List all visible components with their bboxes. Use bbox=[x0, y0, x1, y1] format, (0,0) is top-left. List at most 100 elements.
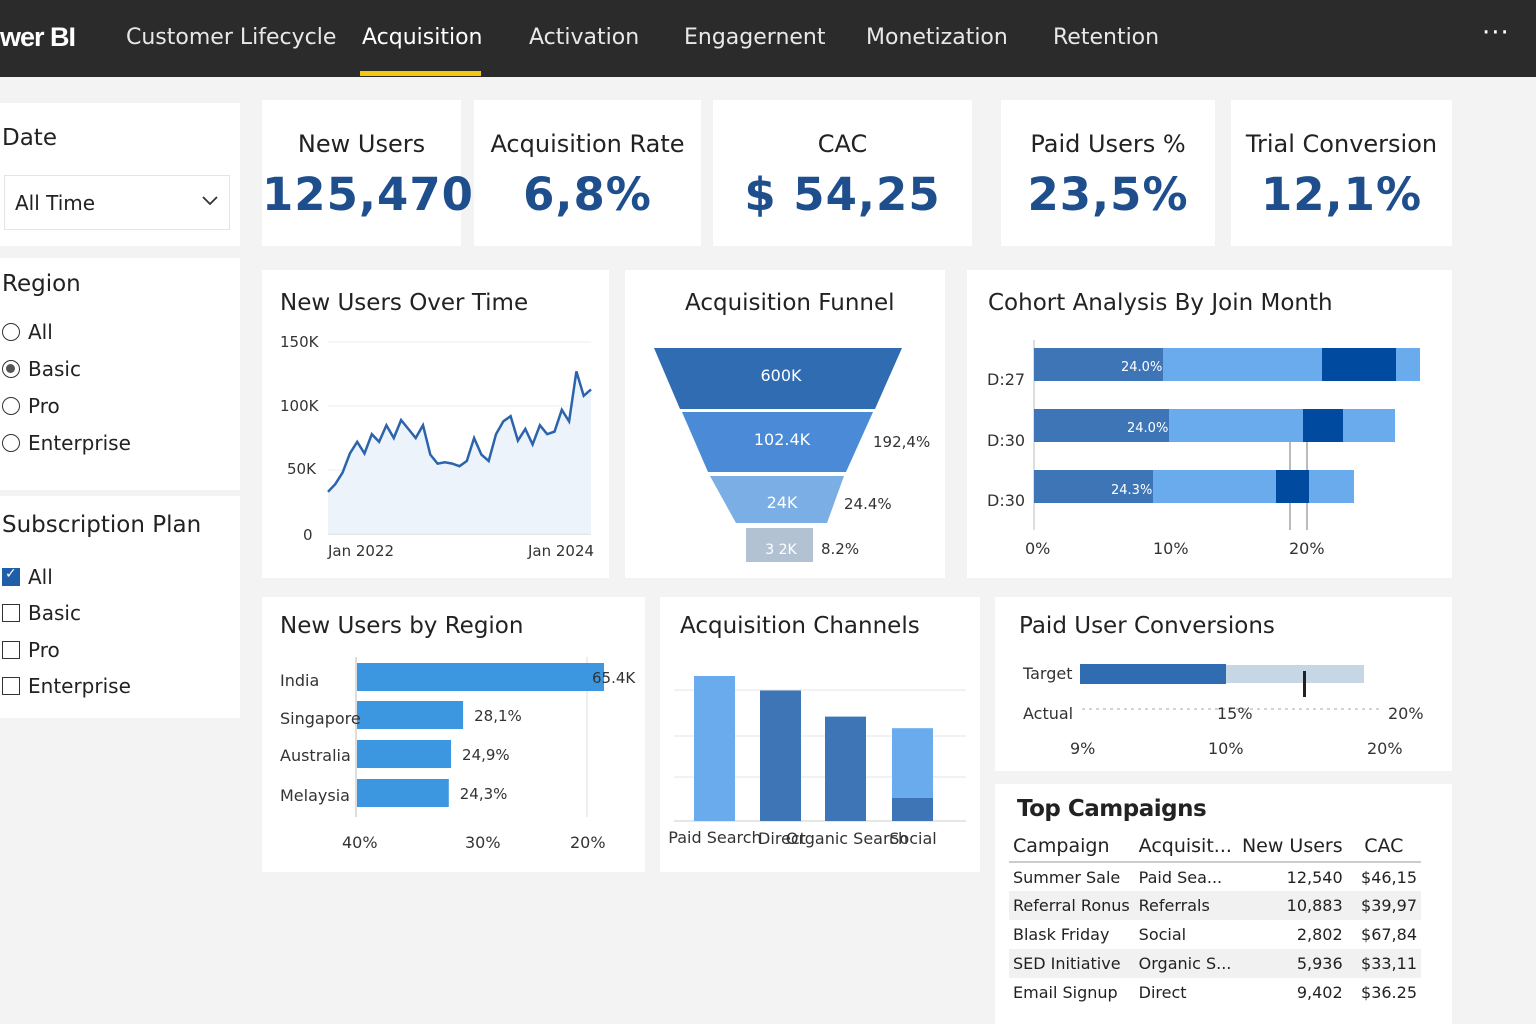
table-cell: 2,802 bbox=[1296, 925, 1343, 944]
region-option-label: Basic bbox=[28, 357, 81, 381]
column-header[interactable]: Campaign bbox=[1009, 830, 1135, 863]
region-option-basic[interactable]: Basic bbox=[2, 357, 81, 383]
channel-bar bbox=[825, 716, 866, 821]
x-tick-label: 10% bbox=[1153, 539, 1189, 558]
column-header[interactable]: Acquisit... bbox=[1134, 830, 1238, 863]
table-row[interactable]: Blask Friday Social 2,802 $67,84 bbox=[1009, 920, 1421, 949]
region-bar bbox=[357, 663, 604, 691]
table-cell: 10,883 bbox=[1237, 891, 1347, 920]
table-cell: 9,402 bbox=[1296, 983, 1343, 1002]
region-option-pro[interactable]: Pro bbox=[2, 394, 60, 420]
table-header-row: Campaign Acquisit... New Users CAC bbox=[1009, 830, 1421, 863]
category-label: Paid Search bbox=[668, 828, 761, 847]
plan-option-basic[interactable]: Basic bbox=[2, 601, 81, 627]
region-option-label: Pro bbox=[28, 394, 60, 418]
bullet-chart-card: Paid User Conversions Target Actual 15% … bbox=[995, 597, 1452, 771]
table-cell: Direct bbox=[1138, 983, 1187, 1002]
radio-button bbox=[2, 397, 20, 415]
tab-customer-lifecycle[interactable]: Customer Lifecycle bbox=[126, 25, 336, 50]
kpi-label: New Users bbox=[297, 130, 426, 158]
cohort-bar-segment bbox=[1303, 409, 1343, 442]
table-row[interactable]: Summer Sale Paid Sea... 12,540 $46,15 bbox=[1009, 862, 1421, 891]
table-cell: Organic S... bbox=[1134, 949, 1238, 978]
region-option-label: All bbox=[28, 320, 53, 344]
kpi-value: 6,8% bbox=[523, 168, 652, 221]
funnel-value-label: 3 2K bbox=[765, 542, 797, 558]
funnel-value-label: 600K bbox=[760, 366, 802, 385]
target-marker bbox=[1303, 671, 1306, 697]
kpi-value: 12,1% bbox=[1260, 168, 1423, 221]
line-chart: 150K 100K 50K 0 Jan 2022 Jan 2024 bbox=[280, 333, 594, 560]
bar-value-label: 24,9% bbox=[462, 746, 510, 764]
column-header[interactable]: New Users bbox=[1237, 830, 1347, 863]
y-tick-label: 50K bbox=[287, 460, 317, 478]
kpi-label: Paid Users % bbox=[1030, 130, 1186, 158]
table-cell: Referral Ronus bbox=[1009, 891, 1135, 920]
tab-activation[interactable]: Activation bbox=[529, 25, 639, 50]
app-logo: wer BI bbox=[0, 22, 76, 52]
cohort-bar-segment bbox=[1153, 470, 1276, 503]
tab-retention[interactable]: Retention bbox=[1053, 25, 1159, 50]
date-dropdown[interactable]: All Time bbox=[4, 175, 230, 230]
region-option-label: Enterprise bbox=[28, 431, 131, 455]
category-label: Singapore bbox=[280, 709, 361, 728]
plan-option-label: Basic bbox=[28, 601, 81, 625]
campaigns-table-card: Top Campaigns Campaign Acquisit... New U… bbox=[995, 784, 1452, 1024]
inline-value-label: 15% bbox=[1217, 704, 1253, 723]
tab-monetization[interactable]: Monetization bbox=[866, 25, 1008, 50]
funnel-value-label: 24K bbox=[767, 493, 798, 512]
category-label: Social bbox=[889, 829, 936, 848]
x-tick-label: 9% bbox=[1070, 739, 1095, 758]
tab-acquisition[interactable]: Acquisition bbox=[362, 25, 483, 50]
plan-option-all[interactable]: All bbox=[2, 565, 53, 591]
cohort-bar-segment bbox=[1396, 348, 1420, 381]
kpi-value: $ 54,25 bbox=[744, 168, 941, 221]
plan-option-pro[interactable]: Pro bbox=[2, 638, 60, 664]
kpi-value: 125,470 bbox=[262, 168, 474, 221]
checkbox bbox=[2, 677, 20, 695]
region-bar-chart: 65.4K 28,1% 24,9% 24,3% India Singapore Aus… bbox=[280, 657, 636, 852]
bullet-chart: Target Actual 15% 20% 9% 10% 20% bbox=[1022, 664, 1424, 758]
table-cell: 12,540 bbox=[1286, 867, 1343, 887]
more-options-icon[interactable]: ··· bbox=[1482, 18, 1510, 48]
table-cell: 5,936 bbox=[1237, 949, 1347, 978]
funnel-rate-label: 8.2% bbox=[821, 540, 859, 558]
checkbox-checked bbox=[2, 566, 20, 586]
funnel-chart: 600K 102.4K 24K 3 2K 192,4% 24.4% 8.2% bbox=[654, 348, 930, 562]
y-tick-label: D:27 bbox=[987, 370, 1025, 389]
plan-slicer: Subscription Plan All Basic Pro Enterpri… bbox=[0, 496, 240, 718]
tab-engagement[interactable]: Engagernent bbox=[684, 25, 826, 50]
table-cell: $33,11 bbox=[1346, 949, 1421, 978]
y-tick-label: 0 bbox=[303, 526, 313, 544]
funnel-value-label: 102.4K bbox=[754, 430, 811, 449]
channel-bar bbox=[694, 676, 735, 821]
checkbox bbox=[2, 641, 20, 659]
cohort-bar-segment bbox=[1322, 348, 1396, 381]
cohort-segment-label: 24.0% bbox=[1127, 421, 1168, 436]
inline-value-label: 20% bbox=[1388, 704, 1424, 723]
table-cell: $39,97 bbox=[1346, 891, 1421, 920]
kpi-card-new-users: New Users 125,470 bbox=[262, 100, 474, 246]
top-nav-bar: wer BI Customer Lifecycle Acquisition Ac… bbox=[0, 0, 1536, 77]
plan-option-enterprise[interactable]: Enterprise bbox=[2, 674, 131, 700]
region-bar-card: New Users by Region 65.4K 28,1% 24,9% 24,3%… bbox=[262, 597, 645, 872]
cohort-bar-segment bbox=[1309, 470, 1354, 503]
target-range-bar bbox=[1226, 665, 1364, 683]
cohort-segment-label: 24.3% bbox=[1111, 483, 1152, 498]
table-cell: Paid Sea... bbox=[1138, 867, 1223, 887]
region-option-all[interactable]: All bbox=[2, 320, 53, 346]
table-cell: Referrals bbox=[1134, 891, 1238, 920]
x-tick-label: 20% bbox=[570, 833, 606, 852]
region-option-enterprise[interactable]: Enterprise bbox=[2, 431, 131, 457]
region-bar bbox=[357, 740, 451, 768]
x-tick-label: 20% bbox=[1289, 539, 1325, 558]
table-cell: Blask Friday bbox=[1013, 925, 1110, 944]
table-row[interactable]: SED Initiative Organic S... 5,936 $33,11 bbox=[1009, 949, 1421, 978]
y-tick-label: 100K bbox=[280, 397, 320, 415]
table-row[interactable]: Referral Ronus Referrals 10,883 $39,97 bbox=[1009, 891, 1421, 920]
table-cell: Email Signup bbox=[1013, 983, 1118, 1002]
table-row[interactable]: Email Signup Direct 9,402 $36.25 bbox=[1009, 978, 1421, 1007]
x-tick-label: Jan 2024 bbox=[527, 542, 594, 560]
x-tick-label: 10% bbox=[1208, 739, 1244, 758]
column-header[interactable]: CAC bbox=[1346, 830, 1421, 863]
